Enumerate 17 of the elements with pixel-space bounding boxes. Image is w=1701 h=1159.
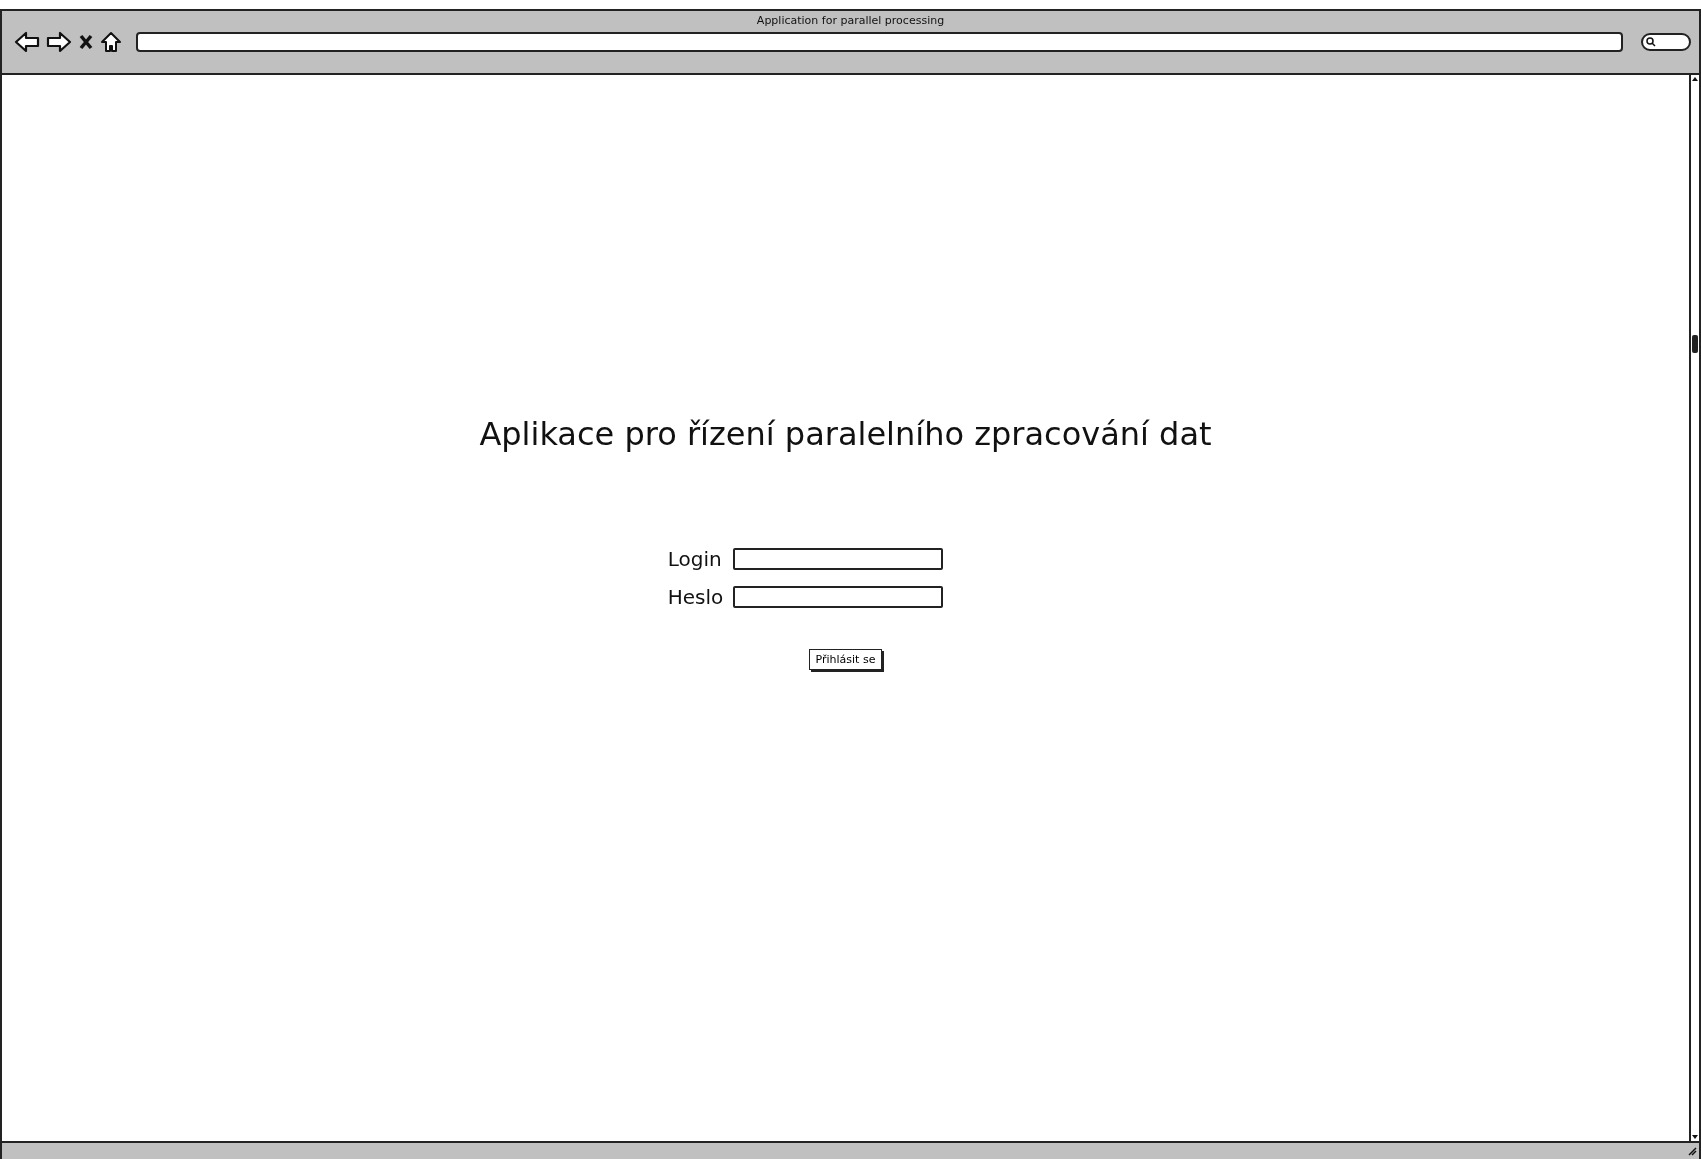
search-icon [1646,37,1656,47]
field-label: Login [667,547,723,571]
input-field[interactable] [733,586,944,608]
scroll-thumb[interactable] [1692,335,1698,353]
close-icon[interactable] [78,33,94,51]
back-icon[interactable] [14,31,40,53]
window-title: Application for parallel processing [756,14,945,27]
resize-grip-icon[interactable] [1687,1146,1697,1156]
scrollbar[interactable] [1689,75,1699,1141]
address-bar[interactable] [136,32,1623,52]
home-icon[interactable] [100,31,122,53]
login-button[interactable]: Přihlásit se [808,649,883,670]
input-field[interactable] [733,548,944,570]
search-field[interactable] [1641,33,1691,51]
forward-icon[interactable] [46,31,72,53]
page-heading: Aplikace pro řízení paralelního zpracování dat [479,415,1212,453]
field-label: Heslo [667,585,724,609]
